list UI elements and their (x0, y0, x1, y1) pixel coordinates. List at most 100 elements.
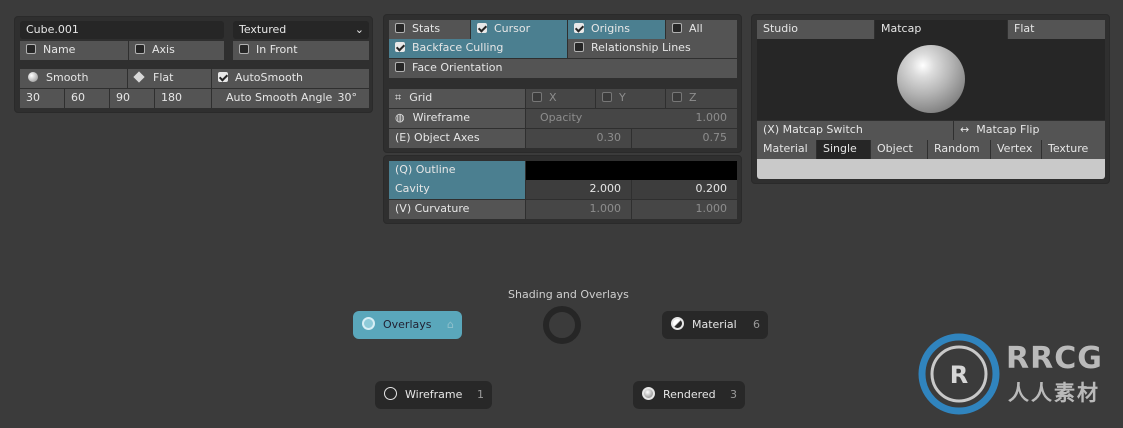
cavity-ridge-field[interactable]: 2.000 (526, 180, 631, 199)
flat-cube-icon (133, 71, 145, 83)
curvature-valley-field[interactable]: 1.000 (632, 200, 737, 219)
outline-color-swatch[interactable] (526, 161, 737, 180)
tab-flat[interactable]: Flat (1008, 20, 1105, 39)
rendered-shading-icon (642, 387, 655, 400)
rrcg-watermark: R RRCG 人人素材 (918, 333, 1118, 415)
svg-text:R: R (950, 361, 968, 389)
checkbox-icon (239, 44, 249, 54)
color-tab-object[interactable]: Object (871, 140, 927, 159)
smooth-label: Smooth (46, 71, 89, 84)
checkbox-icon (532, 92, 542, 102)
wireframe-globe-icon (384, 387, 397, 400)
wireframe-shortcut: 1 (477, 388, 484, 401)
flat-button[interactable]: Flat (128, 69, 211, 88)
axes-opacity-field[interactable]: 0.75 (632, 129, 737, 148)
stats-toggle[interactable]: Stats (389, 20, 470, 39)
flat-label: Flat (153, 71, 174, 84)
angle-preset-180[interactable]: 180 (155, 89, 211, 108)
watermark-title: RRCG (1006, 341, 1103, 376)
pie-material-label: Material (692, 318, 737, 331)
color-tab-single[interactable]: Single (817, 140, 870, 159)
curvature-ridge-field[interactable]: 1.000 (526, 200, 631, 219)
angle-preset-90[interactable]: 90 (110, 89, 154, 108)
axis-toggle[interactable]: Axis (129, 41, 224, 60)
wireframe-toggle[interactable]: ◍ Wireframe (389, 109, 525, 128)
checkbox-icon (672, 92, 682, 102)
opacity-label: Opacity (540, 111, 583, 124)
pie-menu-title: Shading and Overlays (508, 288, 629, 301)
checkbox-checked-icon (477, 23, 487, 33)
wireframe-sphere-icon: ◍ (395, 111, 405, 124)
checkbox-icon (135, 44, 145, 54)
checkbox-checked-icon (218, 72, 228, 82)
cursor-toggle[interactable]: Cursor (471, 20, 567, 39)
outline-cavity-panel: (Q) Outline Cavity 2.000 0.200 (V) Curva… (383, 155, 742, 224)
auto-smooth-angle-field[interactable]: Auto Smooth Angle 30° (212, 89, 369, 108)
pie-overlays-label: Overlays (383, 318, 432, 331)
pie-overlays-button[interactable]: Overlays ⌂ (353, 311, 462, 339)
checkbox-icon (602, 92, 612, 102)
grid-icon: ⌗ (395, 91, 402, 104)
pie-center-ring (543, 306, 581, 344)
matcap-sphere (897, 45, 965, 113)
auto-smooth-angle-value: 30° (337, 91, 358, 104)
auto-smooth-angle-label: Auto Smooth Angle (226, 91, 333, 104)
flip-arrows-icon: ↔ (960, 123, 970, 136)
smooth-button[interactable]: Smooth (20, 69, 127, 88)
opacity-slider[interactable]: Opacity 1.000 (526, 109, 737, 128)
cavity-valley-field[interactable]: 0.200 (632, 180, 737, 199)
tab-matcap[interactable]: Matcap (875, 20, 1007, 39)
pie-rendered-button[interactable]: Rendered 3 (633, 381, 745, 409)
angle-preset-60[interactable]: 60 (65, 89, 109, 108)
axes-size-field[interactable]: 0.30 (526, 129, 631, 148)
checkbox-icon (672, 23, 682, 33)
grid-x-toggle[interactable]: X (526, 89, 595, 108)
origins-toggle[interactable]: Origins (568, 20, 665, 39)
backface-culling-toggle[interactable]: Backface Culling (389, 39, 567, 58)
checkbox-icon (395, 62, 405, 72)
outline-toggle[interactable]: (Q) Outline (389, 161, 525, 180)
x-label: X (549, 91, 557, 104)
object-axes-toggle[interactable]: (E) Object Axes (389, 129, 525, 148)
cavity-toggle[interactable]: Cavity (389, 180, 525, 199)
stats-label: Stats (412, 22, 441, 35)
object-display-panel: Cube.001 Textured ⌄ Name Axis In Front S… (14, 16, 373, 113)
all-toggle[interactable]: All (666, 20, 737, 39)
relationship-lines-toggle[interactable]: Relationship Lines (568, 39, 737, 58)
pie-material-button[interactable]: Material 6 (662, 311, 768, 339)
watermark-subtitle: 人人素材 (1008, 381, 1100, 405)
checkbox-checked-icon (574, 23, 584, 33)
tab-studio[interactable]: Studio (757, 20, 874, 39)
pie-wireframe-button[interactable]: Wireframe 1 (375, 381, 492, 409)
color-tab-texture[interactable]: Texture (1042, 140, 1105, 159)
overlays-icon (362, 317, 375, 330)
chevron-down-icon: ⌄ (354, 23, 364, 36)
color-tab-vertex[interactable]: Vertex (991, 140, 1041, 159)
overlays-shortcut: ⌂ (447, 318, 454, 331)
matcap-flip-button[interactable]: ↔ Matcap Flip (954, 121, 1105, 140)
object-name-field[interactable]: Cube.001 (20, 21, 224, 39)
curvature-toggle[interactable]: (V) Curvature (389, 200, 525, 219)
backface-label: Backface Culling (412, 41, 504, 54)
axis-label: Axis (152, 43, 175, 56)
color-tab-random[interactable]: Random (928, 140, 990, 159)
matcap-flip-label: Matcap Flip (976, 123, 1040, 136)
matcap-preview[interactable] (757, 39, 1105, 120)
matcap-switch-button[interactable]: (X) Matcap Switch (757, 121, 953, 140)
lighting-panel: Studio Matcap Flat (X) Matcap Switch ↔ Ma… (751, 14, 1110, 184)
angle-preset-30[interactable]: 30 (20, 89, 64, 108)
color-tab-material[interactable]: Material (757, 140, 816, 159)
grid-y-toggle[interactable]: Y (596, 89, 665, 108)
pie-wireframe-label: Wireframe (405, 388, 463, 401)
name-toggle[interactable]: Name (20, 41, 128, 60)
in-front-toggle[interactable]: In Front (233, 41, 369, 60)
pie-rendered-label: Rendered (663, 388, 716, 401)
checkbox-icon (26, 44, 36, 54)
autosmooth-toggle[interactable]: AutoSmooth (212, 69, 369, 88)
origins-label: Origins (591, 22, 630, 35)
single-color-swatch[interactable] (757, 159, 1105, 179)
display-mode-dropdown[interactable]: Textured ⌄ (233, 21, 369, 39)
grid-toggle[interactable]: ⌗ Grid (389, 89, 525, 108)
grid-z-toggle[interactable]: Z (666, 89, 737, 108)
face-orientation-toggle[interactable]: Face Orientation (389, 59, 737, 78)
